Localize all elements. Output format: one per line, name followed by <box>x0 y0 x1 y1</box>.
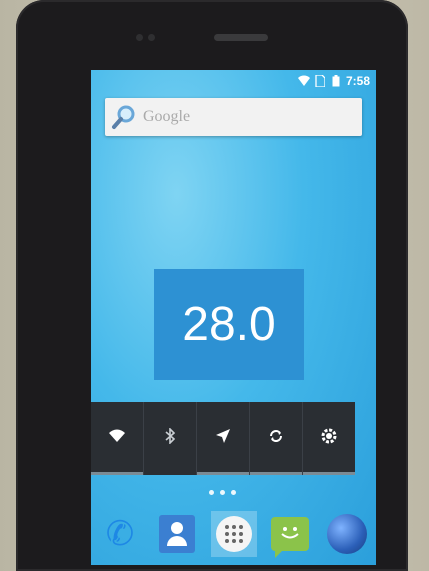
sync-icon <box>268 428 284 449</box>
app-drawer-icon <box>215 515 252 552</box>
bluetooth-icon <box>165 427 176 449</box>
sensor-dot <box>148 34 155 41</box>
messaging-icon <box>271 516 310 558</box>
battery-icon <box>330 75 342 87</box>
page-dot <box>220 490 225 495</box>
location-icon <box>215 428 231 449</box>
magnifier-icon <box>111 103 139 131</box>
wifi-icon <box>297 75 310 87</box>
brightness-icon <box>320 427 338 450</box>
google-search-bar[interactable]: Google <box>105 98 362 136</box>
page-indicator <box>209 490 236 495</box>
page-dot <box>209 490 214 495</box>
phone-icon: ✆ <box>105 514 135 553</box>
sim-icon <box>314 75 326 87</box>
page-dot <box>231 490 236 495</box>
app-drawer-button[interactable] <box>210 510 257 557</box>
toggle-wifi[interactable] <box>91 402 144 475</box>
camera-dot <box>136 34 143 41</box>
phone-app[interactable]: ✆ <box>97 511 143 557</box>
earpiece <box>214 34 268 41</box>
home-screen: 7:58 Google 28.0 ✆ <box>91 70 376 565</box>
toggle-indicator <box>91 472 143 475</box>
browser-icon <box>327 513 367 554</box>
status-bar: 7:58 <box>91 70 376 92</box>
app-dock: ✆ <box>91 502 376 565</box>
toggle-location[interactable] <box>197 402 250 475</box>
toggle-indicator <box>303 472 355 475</box>
contacts-app[interactable] <box>154 511 200 557</box>
quick-settings-widget <box>91 402 355 475</box>
toggle-indicator <box>250 472 302 475</box>
status-time: 7:58 <box>345 74 370 88</box>
search-placeholder: Google <box>143 108 191 125</box>
messaging-app[interactable] <box>267 511 313 558</box>
phone-bezel: 7:58 Google 28.0 ✆ <box>16 0 408 571</box>
wifi-icon <box>109 429 125 448</box>
toggle-brightness[interactable] <box>303 402 355 475</box>
browser-app[interactable] <box>324 511 370 557</box>
toggle-sync[interactable] <box>250 402 303 475</box>
widget-value: 28.0 <box>182 298 276 351</box>
number-widget[interactable]: 28.0 <box>154 269 304 380</box>
toggle-bluetooth[interactable] <box>144 402 197 475</box>
toggle-indicator <box>197 472 249 475</box>
contacts-icon <box>158 514 195 553</box>
